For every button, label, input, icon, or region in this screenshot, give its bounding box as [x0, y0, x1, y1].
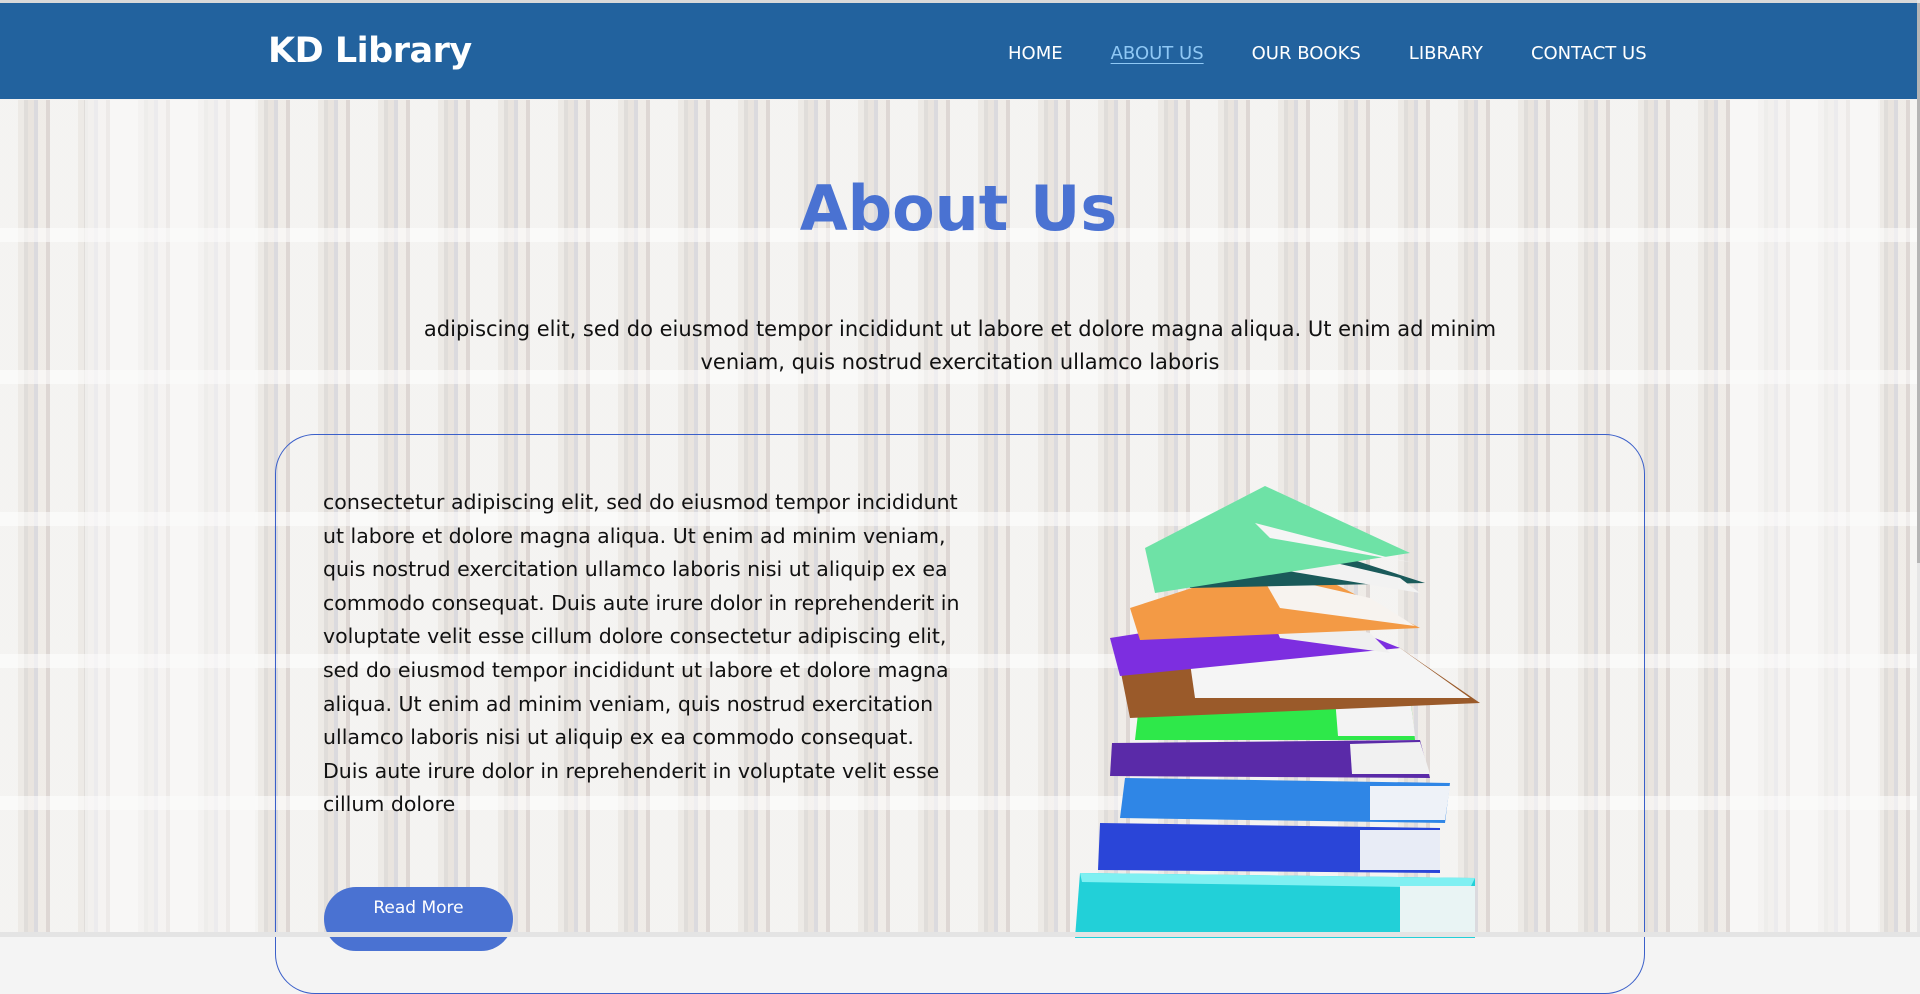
intro-text: adipiscing elit, sed do eiusmod tempor i…: [423, 317, 1497, 374]
main-nav: HOME ABOUT US OUR BOOKS LIBRARY CONTACT …: [1008, 43, 1647, 64]
nav-library[interactable]: LIBRARY: [1409, 43, 1483, 64]
nav-about-us[interactable]: ABOUT US: [1111, 43, 1204, 64]
nav-contact-us[interactable]: CONTACT US: [1531, 43, 1647, 64]
navbar: KD Library HOME ABOUT US OUR BOOKS LIBRA…: [0, 3, 1917, 99]
page-title: About Us: [799, 172, 1118, 245]
nav-our-books[interactable]: OUR BOOKS: [1252, 43, 1361, 64]
brand-logo[interactable]: KD Library: [268, 31, 472, 71]
read-more-button[interactable]: Read More: [324, 887, 513, 951]
book-stack-image: [1075, 486, 1480, 938]
bottom-edge: [0, 932, 1920, 937]
about-card-text: consectetur adipiscing elit, sed do eius…: [323, 490, 960, 817]
nav-home[interactable]: HOME: [1008, 43, 1063, 64]
